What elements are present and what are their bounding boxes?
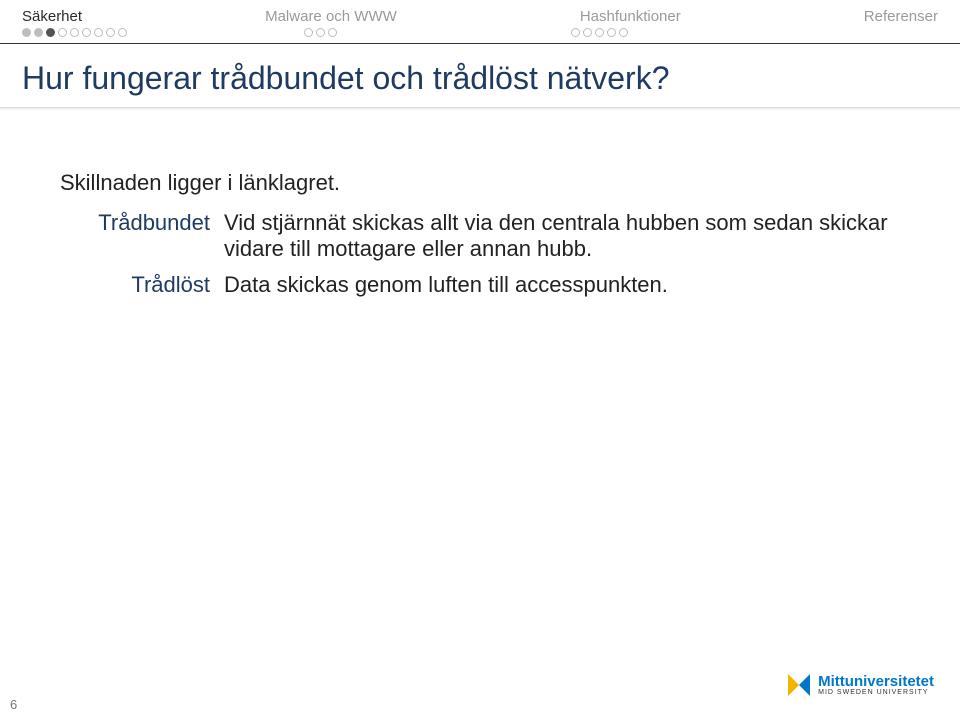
term-tradlost: Trådlöst	[60, 272, 210, 298]
logo-mark-icon	[788, 674, 810, 696]
nav-section-malware[interactable]: Malware och WWW	[265, 8, 397, 25]
dot-icon	[328, 28, 337, 37]
logo-line2: MID SWEDEN UNIVERSITY	[818, 689, 934, 696]
dots-malware	[304, 28, 337, 37]
dot-icon	[70, 28, 79, 37]
definition-list: Trådbundet Vid stjärnnät skickas allt vi…	[60, 210, 900, 298]
nav-section-hash[interactable]: Hashfunktioner	[580, 8, 681, 25]
term-tradbundet: Trådbundet	[60, 210, 210, 262]
dot-icon	[607, 28, 616, 37]
dots-hash	[571, 28, 628, 37]
dot-icon	[595, 28, 604, 37]
logo-text: Mittuniversitetet MID SWEDEN UNIVERSITY	[818, 674, 934, 696]
dot-icon	[619, 28, 628, 37]
university-logo: Mittuniversitetet MID SWEDEN UNIVERSITY	[788, 674, 934, 696]
dot-icon	[94, 28, 103, 37]
dot-icon	[304, 28, 313, 37]
nav-section-referenser[interactable]: Referenser	[864, 8, 938, 25]
dot-icon	[583, 28, 592, 37]
dot-icon	[118, 28, 127, 37]
dot-icon	[316, 28, 325, 37]
dot-current-icon	[46, 28, 55, 37]
dots-sakerhet	[22, 28, 127, 37]
dot-icon	[22, 28, 31, 37]
dot-icon	[58, 28, 67, 37]
progress-dots-row	[0, 25, 960, 43]
dot-icon	[106, 28, 115, 37]
nav-section-sakerhet[interactable]: Säkerhet	[22, 8, 82, 25]
page-number: 6	[10, 697, 17, 712]
def-tradbundet: Vid stjärnnät skickas allt via den centr…	[224, 210, 900, 262]
intro-text: Skillnaden ligger i länklagret.	[60, 170, 900, 196]
logo-line1: Mittuniversitetet	[818, 674, 934, 689]
def-tradlost: Data skickas genom luften till accesspun…	[224, 272, 900, 298]
dot-icon	[82, 28, 91, 37]
dot-icon	[34, 28, 43, 37]
page-title: Hur fungerar trådbundet och trådlöst nät…	[0, 44, 960, 107]
dot-icon	[571, 28, 580, 37]
